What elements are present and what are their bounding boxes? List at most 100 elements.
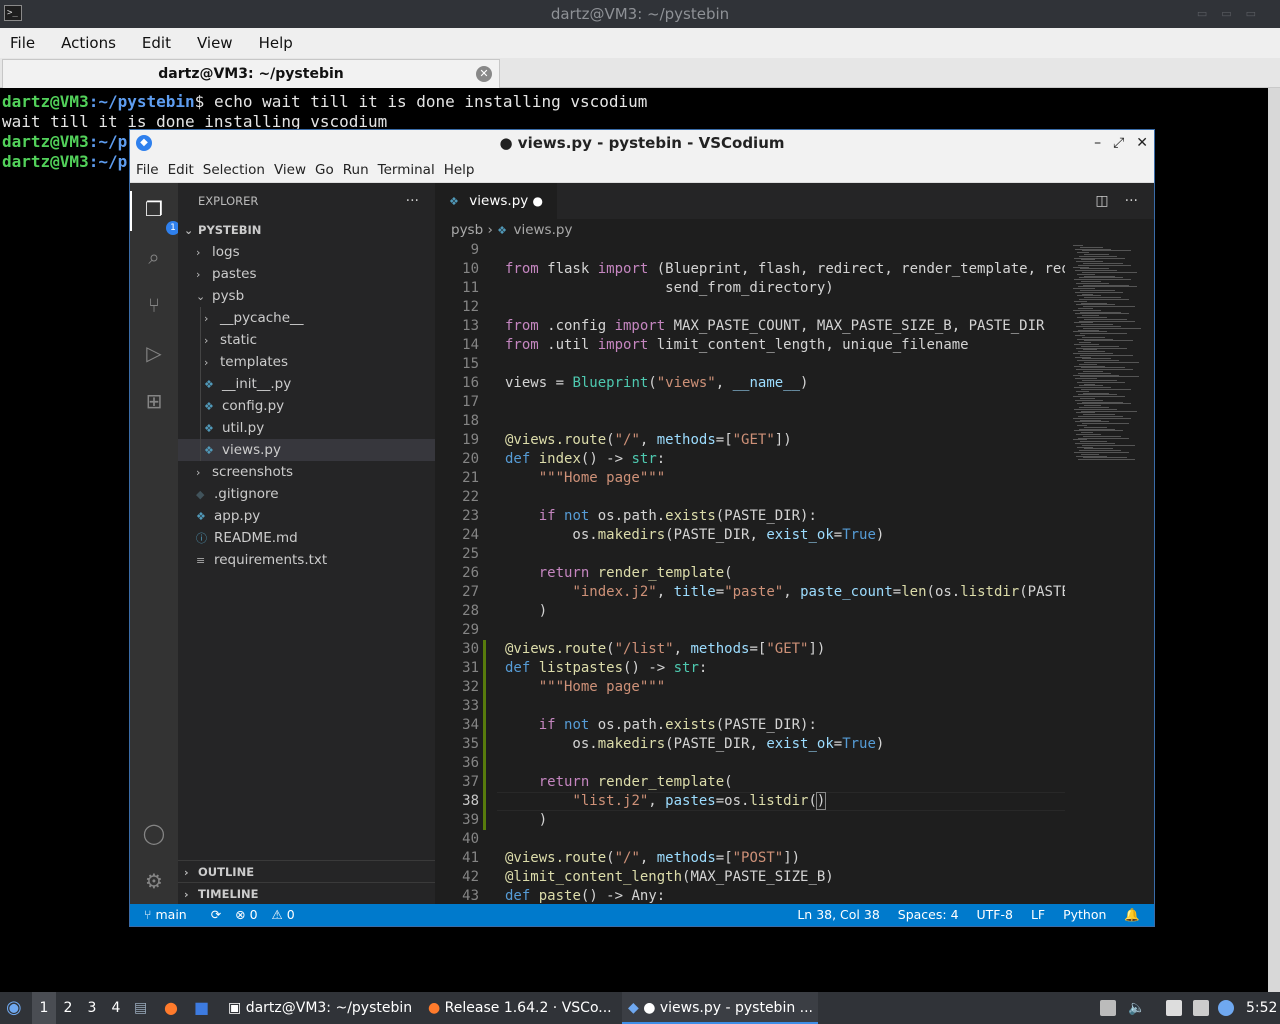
menu-selection[interactable]: Selection	[203, 162, 265, 178]
tree-item[interactable]: ❖ views.py	[178, 439, 435, 461]
code-line[interactable]: if not os.path.exists(PASTE_DIR):	[505, 507, 817, 526]
code-line[interactable]: views = Blueprint("views", __name__)	[505, 374, 808, 393]
terminal-menu-actions[interactable]: Actions	[61, 34, 116, 52]
minimap[interactable]	[1065, 241, 1154, 904]
tree-item[interactable]: ❖ app.py	[178, 505, 435, 527]
extensions-icon[interactable]: ⊞	[142, 389, 166, 413]
firefox-icon[interactable]: ●	[164, 992, 178, 1024]
workspace-root[interactable]: ⌄ PYSTEBIN	[178, 219, 435, 241]
code-line[interactable]: if not os.path.exists(PASTE_DIR):	[505, 716, 817, 735]
language-mode[interactable]: Python	[1063, 907, 1106, 922]
tree-item[interactable]: ≡ requirements.txt	[178, 549, 435, 571]
menu-go[interactable]: Go	[315, 162, 334, 178]
terminal-scrollbar[interactable]	[1268, 88, 1280, 992]
taskbar-terminal[interactable]: ▣ dartz@VM3: ~/pystebin	[222, 992, 418, 1024]
taskbar-vscodium[interactable]: ◆ ● views.py - pystebin ...	[622, 992, 818, 1024]
code-line[interactable]: from flask import (Blueprint, flash, red…	[505, 260, 1065, 279]
source-control-icon[interactable]: ⑂	[142, 293, 166, 317]
desktop-icon[interactable]: ■	[194, 992, 209, 1024]
tree-item[interactable]: › templates	[178, 351, 435, 373]
code-line[interactable]: from .config import MAX_PASTE_COUNT, MAX…	[505, 317, 1044, 336]
tree-item[interactable]: › screenshots	[178, 461, 435, 483]
terminal-tab[interactable]: dartz@VM3: ~/pystebin ✕	[2, 59, 500, 88]
line-endings[interactable]: LF	[1031, 907, 1045, 922]
tree-item[interactable]: ⌄ pysb	[178, 285, 435, 307]
indentation[interactable]: Spaces: 4	[898, 907, 959, 922]
outline-section[interactable]: › OUTLINE	[178, 860, 435, 882]
maximize-icon[interactable]: ⤢	[1113, 135, 1124, 151]
code-line[interactable]: "list.j2", pastes=os.listdir()	[505, 792, 827, 811]
close-icon[interactable]: ✕	[476, 66, 492, 82]
sync-icon[interactable]: ⟳	[211, 907, 221, 922]
code-line[interactable]: @views.route("/", methods=["GET"])	[505, 431, 792, 450]
terminal-window-buttons[interactable]: ▭▭▭	[1197, 0, 1270, 28]
notes-icon[interactable]	[1166, 1000, 1182, 1016]
code-line[interactable]: @limit_content_length(MAX_PASTE_SIZE_B)	[505, 868, 834, 887]
tree-item[interactable]: ❖ __init__.py	[178, 373, 435, 395]
encoding[interactable]: UTF-8	[977, 907, 1013, 922]
clipboard-icon[interactable]	[1100, 1000, 1116, 1016]
account-icon[interactable]: ◯	[142, 821, 166, 845]
code-line[interactable]: def listpastes() -> str:	[505, 659, 707, 678]
breadcrumb-file[interactable]: views.py	[513, 222, 572, 238]
code-line[interactable]: )	[505, 811, 547, 830]
cursor-position[interactable]: Ln 38, Col 38	[797, 907, 879, 922]
tab-views-py[interactable]: ❖ views.py ●	[435, 183, 557, 219]
workspace-4[interactable]: 4	[104, 992, 128, 1024]
menu-edit[interactable]: Edit	[168, 162, 194, 178]
workspace-2[interactable]: 2	[56, 992, 80, 1024]
terminal-menu-help[interactable]: Help	[259, 34, 293, 52]
tree-item[interactable]: › logs	[178, 241, 435, 263]
more-actions-icon[interactable]: ···	[1125, 193, 1138, 209]
code-line[interactable]: )	[505, 602, 547, 621]
timeline-section[interactable]: › TIMELINE	[178, 882, 435, 904]
bell-icon[interactable]: 🔔	[1124, 907, 1140, 922]
file-manager-icon[interactable]: ▤	[134, 992, 147, 1024]
code-line[interactable]: def index() -> str:	[505, 450, 665, 469]
code-line[interactable]: """Home page"""	[505, 678, 665, 697]
tree-item[interactable]: ❖ util.py	[178, 417, 435, 439]
code-line[interactable]: from .util import limit_content_length, …	[505, 336, 969, 355]
terminal-menu-file[interactable]: File	[10, 34, 35, 52]
code-line[interactable]: @views.route("/", methods=["POST"])	[505, 849, 800, 868]
split-editor-icon[interactable]: ◫	[1095, 193, 1108, 209]
volume-icon[interactable]: 🔈	[1128, 992, 1145, 1024]
search-icon[interactable]: ⌕	[142, 245, 166, 269]
workspace-3[interactable]: 3	[80, 992, 104, 1024]
code-line[interactable]: return render_template(	[505, 773, 733, 792]
terminal-menu-edit[interactable]: Edit	[142, 34, 171, 52]
clock[interactable]: 5:52	[1246, 992, 1277, 1024]
run-debug-icon[interactable]: ▷	[142, 341, 166, 365]
menu-view[interactable]: View	[274, 162, 306, 178]
menu-help[interactable]: Help	[444, 162, 475, 178]
explorer-icon[interactable]: ❐ 1	[142, 197, 180, 235]
tree-item[interactable]: ❖ config.py	[178, 395, 435, 417]
code-editor[interactable]: 9 10 from flask import (Blueprint, flash, …	[435, 241, 1065, 904]
code-line[interactable]: return render_template(	[505, 564, 733, 583]
unsaved-dot-icon[interactable]: ●	[533, 183, 543, 219]
close-icon[interactable]: ✕	[1136, 135, 1148, 151]
tree-item[interactable]: › pastes	[178, 263, 435, 285]
branch-indicator[interactable]: ⑂ main	[144, 907, 197, 922]
tree-item[interactable]: › __pycache__	[178, 307, 435, 329]
code-line[interactable]: """Home page"""	[505, 469, 665, 488]
taskbar-firefox[interactable]: ● Release 1.64.2 · VSCo...	[422, 992, 618, 1024]
breadcrumb-folder[interactable]: pysb	[451, 222, 483, 238]
menu-run[interactable]: Run	[343, 162, 369, 178]
tree-item[interactable]: ⓘ README.md	[178, 527, 435, 549]
tree-item[interactable]: › static	[178, 329, 435, 351]
code-line[interactable]: send_from_directory)	[505, 279, 834, 298]
code-line[interactable]: "index.j2", title="paste", paste_count=l…	[505, 583, 1065, 602]
menu-terminal[interactable]: Terminal	[378, 162, 435, 178]
tree-item[interactable]: ◆ .gitignore	[178, 483, 435, 505]
update-icon[interactable]	[1218, 1000, 1234, 1016]
network-icon[interactable]	[1193, 1000, 1209, 1016]
code-line[interactable]: os.makedirs(PASTE_DIR, exist_ok=True)	[505, 735, 884, 754]
more-actions-icon[interactable]: ···	[406, 183, 419, 219]
menu-file[interactable]: File	[136, 162, 159, 178]
settings-gear-icon[interactable]: ⚙	[142, 869, 166, 893]
terminal-menu-view[interactable]: View	[197, 34, 233, 52]
code-line[interactable]: @views.route("/list", methods=["GET"])	[505, 640, 825, 659]
code-line[interactable]: os.makedirs(PASTE_DIR, exist_ok=True)	[505, 526, 884, 545]
minimize-icon[interactable]: –	[1094, 135, 1101, 151]
